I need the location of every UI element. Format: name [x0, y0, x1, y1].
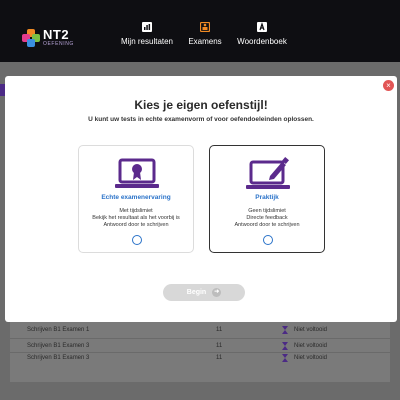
nav-item-dictionary[interactable]: Woordenboek: [234, 22, 290, 52]
option-line: Met tijdslimiet: [119, 208, 153, 214]
hourglass-icon: [282, 354, 288, 362]
exam-icon: [200, 22, 210, 32]
option-line: Bekijk het resultaat als het voorbij is: [92, 215, 180, 221]
table-row[interactable]: Schrijven B1 Examen 1 11 Niet voltooid: [10, 324, 390, 338]
top-navigation-bar: NT2 OEFENING Mijn resultaten Examens Woo…: [0, 0, 400, 62]
option-line: Directe feedback: [246, 215, 288, 221]
laptop-pen-icon: [246, 156, 290, 189]
hourglass-icon: [282, 326, 288, 334]
table-row[interactable]: Schrijven B1 Examen 3 11 Niet voltooid: [10, 352, 390, 366]
option-title: Praktijk: [255, 194, 279, 201]
option-line: Antwoord door te schrijven: [234, 222, 300, 228]
exam-status: Niet voltooid: [294, 355, 328, 361]
option-line: Antwoord door te schrijven: [103, 222, 169, 228]
hourglass-icon: [282, 342, 288, 350]
option-description: Met tijdslimiet Bekijk het resultaat als…: [79, 208, 193, 229]
practice-style-modal: × Kies je eigen oefenstijl! U kunt uw te…: [5, 76, 397, 322]
exam-name: Schrijven B1 Examen 3: [27, 355, 90, 361]
option-description: Geen tijdslimiet Directe feedback Antwoo…: [210, 208, 324, 229]
exam-count: 11: [216, 355, 223, 361]
option-line: Geen tijdslimiet: [248, 208, 286, 214]
option-title: Echte examenervaring: [101, 194, 171, 201]
logo-text: NT2: [43, 27, 70, 42]
exam-status: Niet voltooid: [294, 327, 328, 333]
nav-item-exams[interactable]: Examens: [186, 22, 224, 52]
nav-label-my-results: Mijn resultaten: [120, 37, 174, 46]
nav-label-exams: Examens: [188, 37, 222, 46]
exam-count: 11: [216, 343, 223, 349]
nav-label-dictionary: Woordenboek: [237, 37, 287, 46]
bar-chart-icon: [142, 22, 152, 32]
nav-item-my-results[interactable]: Mijn resultaten: [118, 22, 176, 52]
exam-name: Schrijven B1 Examen 3: [27, 343, 90, 349]
logo-subtext: OEFENING: [43, 41, 74, 47]
laptop-certificate-icon: [115, 158, 159, 188]
option-radio[interactable]: [263, 235, 273, 245]
option-card-real-exam[interactable]: Echte examenervaring Met tijdslimiet Bek…: [78, 145, 194, 253]
exam-name: Schrijven B1 Examen 1: [27, 327, 90, 333]
modal-subtitle: U kunt uw tests in echte examenvorm of v…: [88, 116, 314, 123]
modal-title: Kies je eigen oefenstijl!: [134, 98, 268, 112]
begin-button[interactable]: Begin ➜: [163, 284, 245, 301]
exam-count: 11: [216, 327, 223, 333]
option-radio[interactable]: [132, 235, 142, 245]
table-divider: [10, 338, 390, 339]
arrow-right-icon: ➜: [212, 287, 222, 297]
logo-mark-icon: [22, 29, 40, 47]
begin-label: Begin: [186, 289, 207, 296]
dictionary-icon: [257, 22, 267, 32]
option-card-practice[interactable]: Praktijk Geen tijdslimiet Directe feedba…: [209, 145, 325, 253]
nt2-logo[interactable]: NT2 OEFENING: [22, 27, 82, 49]
exam-status: Niet voltooid: [294, 343, 328, 349]
close-button[interactable]: ×: [383, 80, 394, 91]
